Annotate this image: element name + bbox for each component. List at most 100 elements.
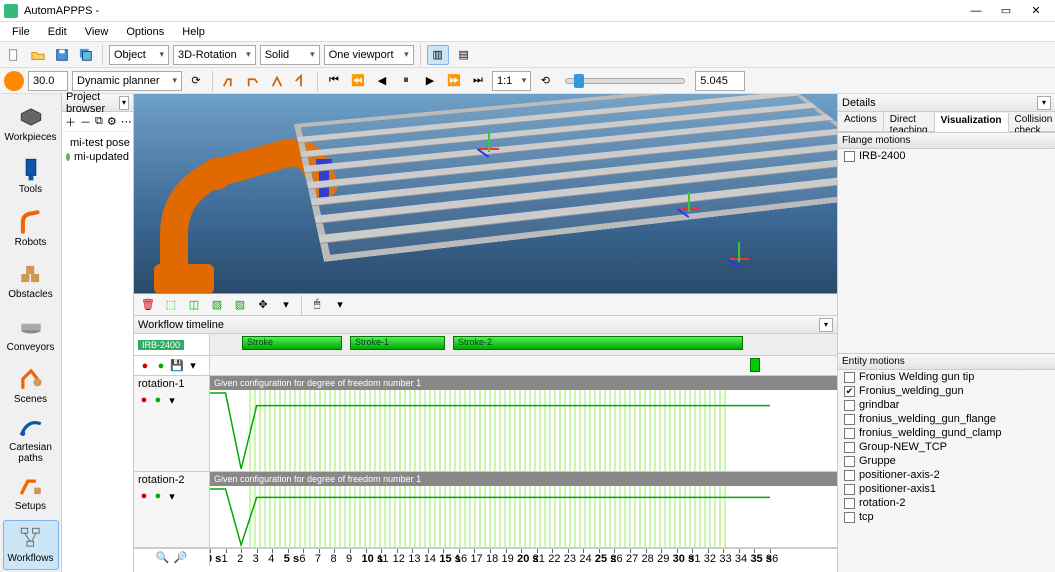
minimize-button[interactable]: — [961,1,991,21]
timeline-segment-strip[interactable]: Stroke Stroke-1 Stroke-2 [210,334,837,355]
layout-a-icon[interactable]: ▥ [427,45,449,65]
item-opts-icon[interactable]: ⚙ [106,114,118,130]
row-delete-icon[interactable]: ● [138,394,150,406]
check-row[interactable]: Gruppe [838,454,1055,468]
check-row[interactable]: positioner-axis-2 [838,468,1055,482]
vp-more-icon[interactable]: ▾ [276,295,296,315]
time-display[interactable]: 5.045 [695,71,745,91]
new-file-icon[interactable] [4,45,24,65]
checkbox-icon[interactable] [844,414,855,425]
checkbox-icon[interactable] [844,442,855,453]
row-add-icon[interactable]: ● [152,490,164,502]
checkbox-icon[interactable] [844,456,855,467]
skip-end-icon[interactable]: ⏭ [468,71,488,91]
play-back-icon[interactable]: ◀ [372,71,392,91]
tree-item[interactable]: mi-test pose [66,136,129,150]
time-slider-thumb[interactable] [574,74,584,88]
save-icon[interactable] [52,45,72,65]
robot-action-1-icon[interactable] [219,71,239,91]
row-opts-icon[interactable]: ▾ [166,490,178,502]
check-row[interactable]: fronius_welding_gund_clamp [838,426,1055,440]
select-planner[interactable]: Dynamic planner [72,71,182,91]
vp-cube4-icon[interactable]: ▨ [230,295,250,315]
step-fwd-icon[interactable]: ⏩ [444,71,464,91]
check-row[interactable]: tcp [838,510,1055,524]
checkbox-icon[interactable] [844,372,855,383]
checkbox-icon[interactable]: ✔ [844,386,855,397]
timeline-segment[interactable]: Stroke [242,336,342,350]
close-button[interactable]: ✕ [1021,1,1051,21]
panel-pin-icon[interactable]: ▾ [119,96,129,110]
timeline-chart[interactable]: Given configuration for degree of freedo… [210,376,837,471]
timeline-segment[interactable]: Stroke-1 [350,336,445,350]
speed-input[interactable]: 30.0 [28,71,68,91]
menu-help[interactable]: Help [174,24,213,40]
add-item-icon[interactable]: ＋ [64,114,77,130]
checkbox-icon[interactable] [844,151,855,162]
3d-viewport[interactable] [134,94,837,294]
checkbox-icon[interactable] [844,512,855,523]
checkbox-icon[interactable] [844,428,855,439]
timeline-pin-icon[interactable]: ▾ [819,318,833,332]
checkbox-icon[interactable] [844,470,855,481]
select-rotation[interactable]: 3D-Rotation [173,45,256,65]
category-cartesian-paths[interactable]: Cartesian paths [3,413,59,465]
zoom-out-icon[interactable]: 🔍 [156,551,170,565]
checkbox-icon[interactable] [844,484,855,495]
category-workflows[interactable]: Workflows [3,520,59,571]
loop-icon[interactable]: ⟲ [535,71,555,91]
select-render-style[interactable]: Solid [260,45,320,65]
remove-item-icon[interactable]: － [79,114,92,130]
tab-visualization[interactable]: Visualization [935,113,1009,132]
timeline-segment[interactable]: Stroke-2 [453,336,743,350]
row-delete-icon[interactable]: ● [138,490,150,502]
vp-cube1-icon[interactable]: ⬚ [161,295,181,315]
row-add-icon[interactable]: ● [152,394,164,406]
tl-delete-icon[interactable]: ● [138,359,152,373]
category-setups[interactable]: Setups [3,467,59,518]
open-folder-icon[interactable] [28,45,48,65]
menu-edit[interactable]: Edit [40,24,75,40]
skip-start-icon[interactable]: ⏮ [324,71,344,91]
vp-cube3-icon[interactable]: ▧ [207,295,227,315]
robot-action-2-icon[interactable] [243,71,263,91]
tl-save-icon[interactable]: 💾 [170,359,184,373]
check-row[interactable]: IRB-2400 [838,149,1055,163]
row-opts-icon[interactable]: ▾ [166,394,178,406]
timeline-chart[interactable]: Given configuration for degree of freedo… [210,472,837,547]
tab-collision-check[interactable]: Collision check [1009,112,1055,131]
robot-action-4-icon[interactable] [291,71,311,91]
category-robots[interactable]: Robots [3,203,59,254]
tab-direct-teaching[interactable]: Direct teaching [884,112,935,131]
check-row[interactable]: fronius_welding_gun_flange [838,412,1055,426]
vp-mouse-more-icon[interactable]: ▾ [330,295,350,315]
select-mode[interactable]: Object [109,45,169,65]
select-play-ratio[interactable]: 1:1 [492,71,531,91]
vp-mouse-icon[interactable]: 🖱 [307,295,327,315]
select-viewport-layout[interactable]: One viewport [324,45,414,65]
check-row[interactable]: ✔Fronius_welding_gun [838,384,1055,398]
maximize-button[interactable]: ▭ [991,1,1021,21]
play-icon[interactable]: ▶ [420,71,440,91]
category-conveyors[interactable]: Conveyors [3,308,59,359]
item-opts2-icon[interactable]: ⋯ [120,114,133,130]
check-row[interactable]: grindbar [838,398,1055,412]
layout-b-icon[interactable]: ▤ [453,45,475,65]
category-obstacles[interactable]: Obstacles [3,256,59,307]
check-row[interactable]: positioner-axis1 [838,482,1055,496]
check-row[interactable]: Fronius Welding gun tip [838,370,1055,384]
category-tools[interactable]: Tools [3,151,59,202]
time-slider[interactable] [565,78,685,84]
checkbox-icon[interactable] [844,498,855,509]
record-icon[interactable] [4,71,24,91]
details-pin-icon[interactable]: ▾ [1037,96,1051,110]
check-row[interactable]: Group-NEW_TCP [838,440,1055,454]
pause-icon[interactable]: ⏸ [396,71,416,91]
category-workpieces[interactable]: Workpieces [3,98,59,149]
vp-cube2-icon[interactable]: ◫ [184,295,204,315]
tree-item[interactable]: mi-updated [66,150,129,164]
timeline-ruler-scale[interactable]: 0 s12345 s678910 s1112131415 s1617181920… [210,549,837,566]
copy-item-icon[interactable]: ⧉ [94,114,104,130]
zoom-in-icon[interactable]: 🔎 [174,551,188,565]
save-all-icon[interactable] [76,45,96,65]
